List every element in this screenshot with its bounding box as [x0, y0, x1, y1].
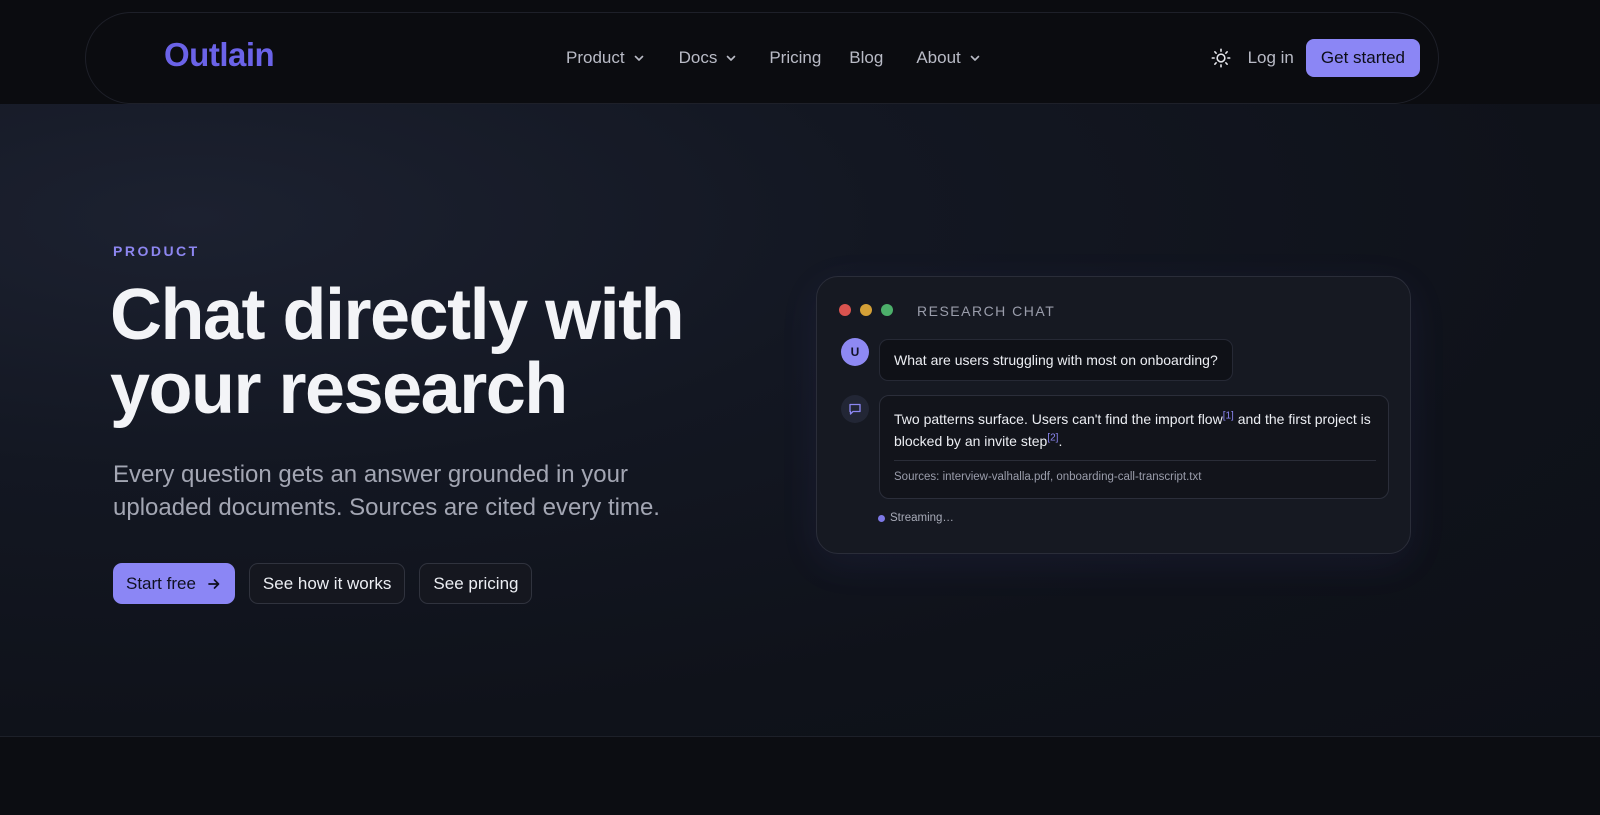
- next-section: [0, 738, 1600, 815]
- user-message: What are users struggling with most on o…: [879, 339, 1233, 381]
- subheadline: Every question gets an answer grounded i…: [113, 458, 693, 524]
- divider: [894, 460, 1376, 461]
- top-bar: Outlain Product Docs Pricing Blog About: [0, 0, 1600, 104]
- get-started-button[interactable]: Get started: [1305, 39, 1420, 77]
- chevron-down-icon: [970, 55, 980, 61]
- start-free-label: Start free: [126, 573, 196, 593]
- headline-line: Chat directly with: [110, 275, 685, 355]
- subheadline-line: Every question gets an answer grounded i…: [113, 461, 628, 488]
- nav-links: Product Docs Pricing Blog About: [566, 46, 981, 70]
- chevron-down-icon: [727, 55, 736, 61]
- assistant-answer: Two patterns surface. Users can't find t…: [894, 408, 1374, 452]
- eyebrow-label: PRODUCT: [113, 243, 200, 259]
- status-text: Streaming…: [890, 512, 954, 524]
- subheadline-line: uploaded documents. Sources are cited ev…: [113, 494, 660, 521]
- answer-text: Two patterns surface. Users can't find t…: [894, 411, 1223, 427]
- chat-bubble-icon: [849, 403, 861, 415]
- user-avatar: U: [841, 338, 869, 366]
- nav-item-docs[interactable]: Docs: [679, 48, 738, 68]
- streaming-status: Streaming…: [878, 512, 954, 524]
- nav-item-label: About: [916, 48, 961, 67]
- login-link[interactable]: Log in: [1248, 48, 1294, 68]
- window-dot-yellow: [860, 304, 872, 316]
- chat-preview-card: RESEARCH CHAT U What are users strugglin…: [816, 276, 1411, 554]
- citation-link[interactable]: [2]: [1047, 432, 1058, 443]
- logo[interactable]: Outlain: [164, 34, 314, 76]
- nav-item-label: Product: [566, 48, 625, 67]
- nav-item-about[interactable]: About: [916, 48, 980, 68]
- chat-title: RESEARCH CHAT: [917, 303, 1056, 319]
- nav-item-blog[interactable]: Blog: [849, 48, 883, 68]
- page-title: Chat directly with your research: [110, 278, 750, 426]
- answer-text: .: [1058, 433, 1063, 449]
- see-how-it-works-button[interactable]: See how it works: [248, 563, 406, 604]
- assistant-icon: [841, 395, 869, 423]
- start-free-button[interactable]: Start free: [113, 563, 235, 604]
- headline-line: your research: [110, 349, 568, 429]
- arrow-right-icon: [208, 578, 220, 589]
- window-dot-green: [881, 304, 893, 316]
- logo-text: Outlain: [164, 36, 275, 73]
- nav-item-label: Docs: [678, 48, 718, 67]
- chevron-down-icon: [634, 55, 643, 61]
- window-dot-red: [839, 304, 851, 316]
- citation-link[interactable]: [1]: [1223, 410, 1234, 421]
- assistant-message: Two patterns surface. Users can't find t…: [879, 395, 1389, 499]
- nav-actions: Log in Get started: [1210, 39, 1420, 77]
- see-pricing-button[interactable]: See pricing: [419, 563, 533, 604]
- nav-item-label: Pricing: [769, 48, 822, 67]
- window-controls: [839, 304, 893, 316]
- sources-list: Sources: interview-valhalla.pdf, onboard…: [894, 471, 1202, 483]
- nav-item-label: Blog: [849, 48, 884, 67]
- nav-item-product[interactable]: Product: [566, 48, 645, 68]
- status-dot: [878, 514, 885, 522]
- nav-item-pricing[interactable]: Pricing: [769, 48, 821, 68]
- hero-buttons: Start free See how it works See pricing: [113, 563, 533, 604]
- sun-icon[interactable]: [1210, 47, 1232, 69]
